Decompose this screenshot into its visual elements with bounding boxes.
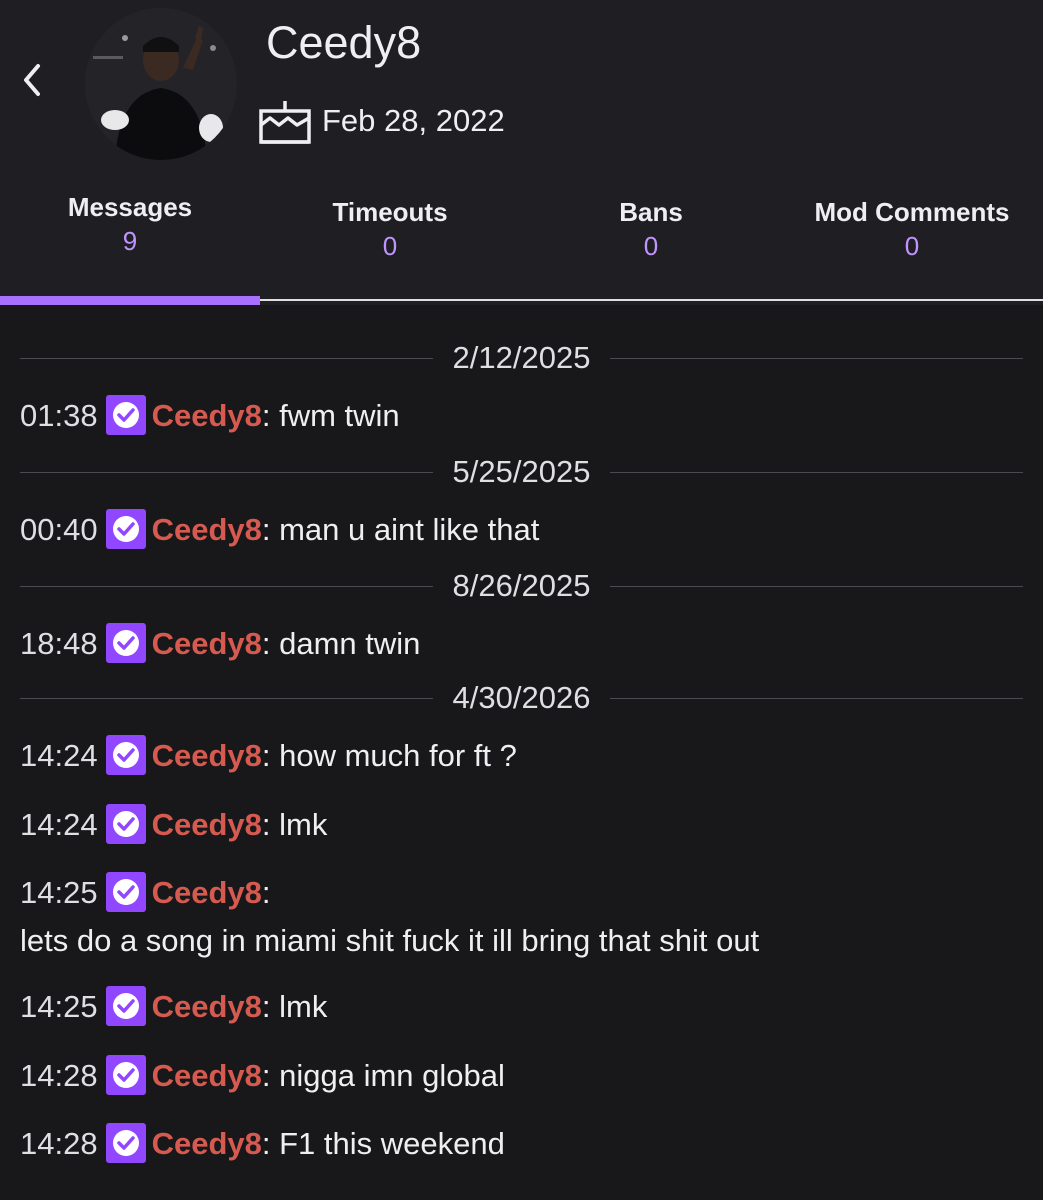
verified-badge-icon: [105, 1054, 146, 1095]
message-text: fwm twin: [279, 398, 400, 433]
message-text: lmk: [279, 989, 328, 1024]
tab-label: Timeouts: [332, 197, 448, 227]
date-label: 8/26/2025: [452, 568, 591, 603]
message-author[interactable]: Ceedy8: [152, 738, 262, 773]
message-author[interactable]: Ceedy8: [152, 1126, 262, 1161]
chevron-left-icon: [24, 64, 40, 96]
verified-badge-icon: [105, 871, 146, 912]
message-author[interactable]: Ceedy8: [152, 989, 262, 1024]
profile-header: Ceedy8 Feb 28, 2022 Messages 9 Timeouts …: [0, 0, 1043, 305]
message-time: 14:25: [20, 989, 98, 1024]
chat-message[interactable]: 14:25 Ceedy8: lmk: [20, 983, 1023, 1031]
chat-message[interactable]: 01:38 Ceedy8: fwm twin: [20, 392, 1023, 440]
date-label: 2/12/2025: [452, 340, 591, 375]
verified-badge-icon: [105, 394, 146, 435]
date-label: 5/25/2025: [452, 454, 591, 489]
message-text: F1 this weekend: [279, 1126, 505, 1161]
avatar[interactable]: [85, 8, 237, 160]
back-button[interactable]: [14, 58, 50, 102]
tab-count: 0: [904, 231, 920, 261]
verified-badge-icon: [105, 985, 146, 1026]
message-time: 14:24: [20, 807, 98, 842]
tab-count: 9: [122, 226, 138, 256]
message-author[interactable]: Ceedy8: [152, 398, 262, 433]
tab-label: Mod Comments: [814, 197, 1010, 227]
date-separator: 4/30/2026: [20, 678, 1024, 718]
date-separator: 8/26/2025: [20, 566, 1024, 606]
tab-bans[interactable]: Bans 0: [521, 195, 781, 295]
tab-timeouts[interactable]: Timeouts 0: [260, 195, 520, 295]
message-text: damn twin: [279, 626, 421, 661]
message-author[interactable]: Ceedy8: [152, 626, 262, 661]
chat-message[interactable]: 00:40 Ceedy8: man u aint like that: [20, 506, 1023, 554]
chat-message[interactable]: 14:28 Ceedy8: nigga imn global: [20, 1052, 1023, 1100]
message-text: lets do a song in miami shit fuck it ill…: [20, 923, 760, 958]
tab-mod-comments[interactable]: Mod Comments 0: [782, 195, 1042, 295]
date-separator: 2/12/2025: [20, 338, 1024, 378]
verified-badge-icon: [105, 622, 146, 663]
chat-message[interactable]: 14:25 Ceedy8: lets do a song in miami shit…: [20, 869, 1023, 965]
message-author[interactable]: Ceedy8: [152, 807, 262, 842]
tab-count: 0: [643, 231, 659, 261]
chat-message[interactable]: 14:24 Ceedy8: how much for ft ?: [20, 732, 1023, 780]
tab-bar: Messages 9 Timeouts 0 Bans 0 Mod Comment…: [0, 180, 1043, 280]
message-author[interactable]: Ceedy8: [152, 875, 262, 910]
account-created: Feb 28, 2022: [258, 96, 505, 146]
message-author[interactable]: Ceedy8: [152, 512, 262, 547]
message-time: 00:40: [20, 512, 98, 547]
tab-label: Messages: [67, 192, 193, 222]
message-text: how much for ft ?: [279, 738, 517, 773]
tab-label: Bans: [619, 197, 683, 227]
message-time: 14:24: [20, 738, 98, 773]
verified-badge-icon: [105, 803, 146, 844]
message-time: 18:48: [20, 626, 98, 661]
verified-badge-icon: [105, 1122, 146, 1163]
tab-count: 0: [382, 231, 398, 261]
chat-message[interactable]: 14:24 Ceedy8: lmk: [20, 801, 1023, 849]
chat-message[interactable]: 18:48 Ceedy8: damn twin: [20, 620, 1023, 668]
chat-message[interactable]: 14:28 Ceedy8: F1 this weekend: [20, 1120, 1023, 1168]
username: Ceedy8: [266, 17, 422, 68]
date-separator: 5/25/2025: [20, 452, 1024, 492]
tab-messages[interactable]: Messages 9: [0, 190, 260, 290]
message-text: man u aint like that: [279, 512, 540, 547]
message-time: 14:28: [20, 1058, 98, 1093]
message-author[interactable]: Ceedy8: [152, 1058, 262, 1093]
verified-badge-icon: [105, 734, 146, 775]
date-label: 4/30/2026: [452, 680, 591, 715]
cake-icon: [259, 101, 311, 144]
created-date: Feb 28, 2022: [322, 103, 505, 138]
message-time: 14:28: [20, 1126, 98, 1161]
active-tab-indicator: [0, 296, 260, 305]
message-time: 14:25: [20, 875, 98, 910]
message-text: lmk: [279, 807, 328, 842]
message-text: nigga imn global: [279, 1058, 505, 1093]
verified-badge-icon: [105, 508, 146, 549]
message-time: 01:38: [20, 398, 98, 433]
